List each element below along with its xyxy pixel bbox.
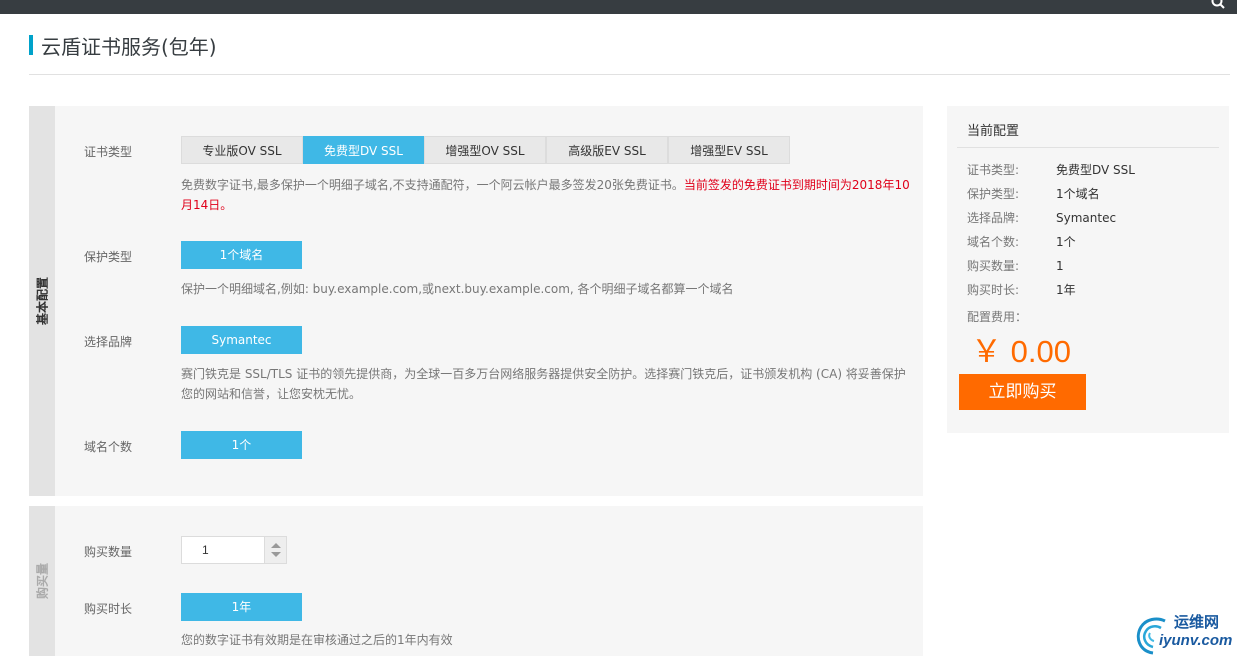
cert-type-desc-text: 免费数字证书,最多保护一个明细子域名,不支持通配符，一个阿云帐户最多签发20张免…: [181, 178, 684, 192]
protect-type-option[interactable]: 1个域名: [181, 241, 302, 269]
buy-now-button[interactable]: 立即购买: [959, 374, 1086, 410]
quantity-label: 购买数量: [84, 545, 133, 559]
total-price: ￥ 0.00: [971, 334, 1071, 369]
cert-expiry-warning: 当前签发的免费证书到期时间为2018年10: [683, 178, 910, 192]
cert-option-free-dv[interactable]: 免费型DV SSL: [303, 136, 424, 164]
cert-option-pro-ov[interactable]: 专业版OV SSL: [181, 136, 303, 164]
decrement-arrow-icon[interactable]: [271, 552, 281, 557]
duration-label: 购买时长: [84, 602, 133, 616]
cert-type-description: 免费数字证书,最多保护一个明细子域名,不支持通配符，一个阿云帐户最多签发20张免…: [181, 175, 911, 215]
brand-label: 选择品牌: [84, 335, 133, 349]
summary-row-value: 1个: [1056, 235, 1076, 249]
summary-row: 选择品牌: Symantec: [967, 209, 1116, 226]
order-summary-panel: 当前配置 证书类型: 免费型DV SSL 保护类型: 1个域名 选择品牌: Syman…: [947, 106, 1229, 433]
cert-option-enhanced-ov[interactable]: 增强型OV SSL: [424, 136, 546, 164]
cert-option-advanced-ev[interactable]: 高级版EV SSL: [546, 136, 668, 164]
basic-config-tab-label: 基本配置: [35, 276, 50, 326]
fee-label: 配置费用：: [967, 310, 1028, 324]
summary-row-value: 1年: [1056, 283, 1076, 297]
summary-row-value: 免费型DV SSL: [1056, 163, 1135, 177]
page-header: 云盾证书服务(包年): [29, 33, 217, 59]
summary-row: 购买数量: 1: [967, 257, 1064, 274]
watermark-text-cn: 运维网: [1174, 613, 1220, 631]
summary-row-key: 购买时长:: [967, 283, 1020, 297]
basic-config-tab: 基本配置: [29, 106, 55, 496]
summary-row-key: 购买数量:: [967, 259, 1020, 273]
purchase-tab: 购买量: [29, 506, 55, 656]
summary-row-key: 保护类型:: [967, 187, 1020, 201]
brand-option-symantec[interactable]: Symantec: [181, 326, 302, 354]
increment-arrow-icon[interactable]: [271, 543, 281, 548]
brand-desc-line1: 赛门铁克是 SSL/TLS 证书的领先提供商，为全球一百多万台网络服务器提供安全…: [181, 367, 906, 381]
summary-divider: [957, 147, 1219, 148]
quantity-input[interactable]: [182, 537, 264, 563]
watermark-text-en: iyunv.com: [1159, 632, 1233, 649]
site-watermark-logo: 运维网 iyunv.com: [1133, 607, 1237, 656]
summary-row: 证书类型: 免费型DV SSL: [967, 161, 1135, 178]
summary-row: 购买时长: 1年: [967, 281, 1076, 298]
duration-description: 您的数字证书有效期是在审核通过之后的1年内有效: [181, 633, 453, 647]
summary-row-key: 证书类型:: [967, 163, 1020, 177]
brand-desc-line2: 您的网站和信誉，让您安枕无忧。: [181, 387, 362, 401]
summary-row-value: Symantec: [1056, 211, 1117, 225]
duration-option[interactable]: 1年: [181, 593, 302, 621]
summary-row: 域名个数: 1个: [967, 233, 1076, 250]
summary-row-value: 1: [1056, 259, 1064, 273]
summary-row-key: 域名个数:: [967, 235, 1020, 249]
summary-title: 当前配置: [967, 124, 1020, 139]
top-nav-bar: [0, 0, 1237, 14]
quantity-stepper: [181, 536, 287, 564]
page-title: 云盾证书服务(包年): [41, 34, 217, 59]
protect-type-description: 保护一个明细域名,例如: buy.example.com,或next.buy.e…: [181, 282, 734, 296]
summary-row: 保护类型: 1个域名: [967, 185, 1100, 202]
quantity-stepper-buttons: [264, 537, 286, 563]
cert-option-enhanced-ev[interactable]: 增强型EV SSL: [668, 136, 790, 164]
search-icon[interactable]: [1211, 0, 1225, 9]
domain-count-option[interactable]: 1个: [181, 431, 302, 459]
title-accent-bar: [29, 35, 33, 55]
cert-type-label: 证书类型: [84, 145, 133, 159]
domain-count-label: 域名个数: [84, 440, 133, 454]
purchase-panel: 购买量: [29, 506, 923, 656]
purchase-tab-label: 购买量: [35, 562, 50, 600]
summary-row-key: 选择品牌:: [967, 211, 1020, 225]
title-divider: [29, 74, 1230, 75]
protect-type-label: 保护类型: [84, 250, 133, 264]
summary-row-value: 1个域名: [1056, 187, 1100, 201]
brand-description: 赛门铁克是 SSL/TLS 证书的领先提供商，为全球一百多万台网络服务器提供安全…: [181, 364, 911, 404]
cert-expiry-warning-cont: 月14日。: [181, 198, 233, 212]
